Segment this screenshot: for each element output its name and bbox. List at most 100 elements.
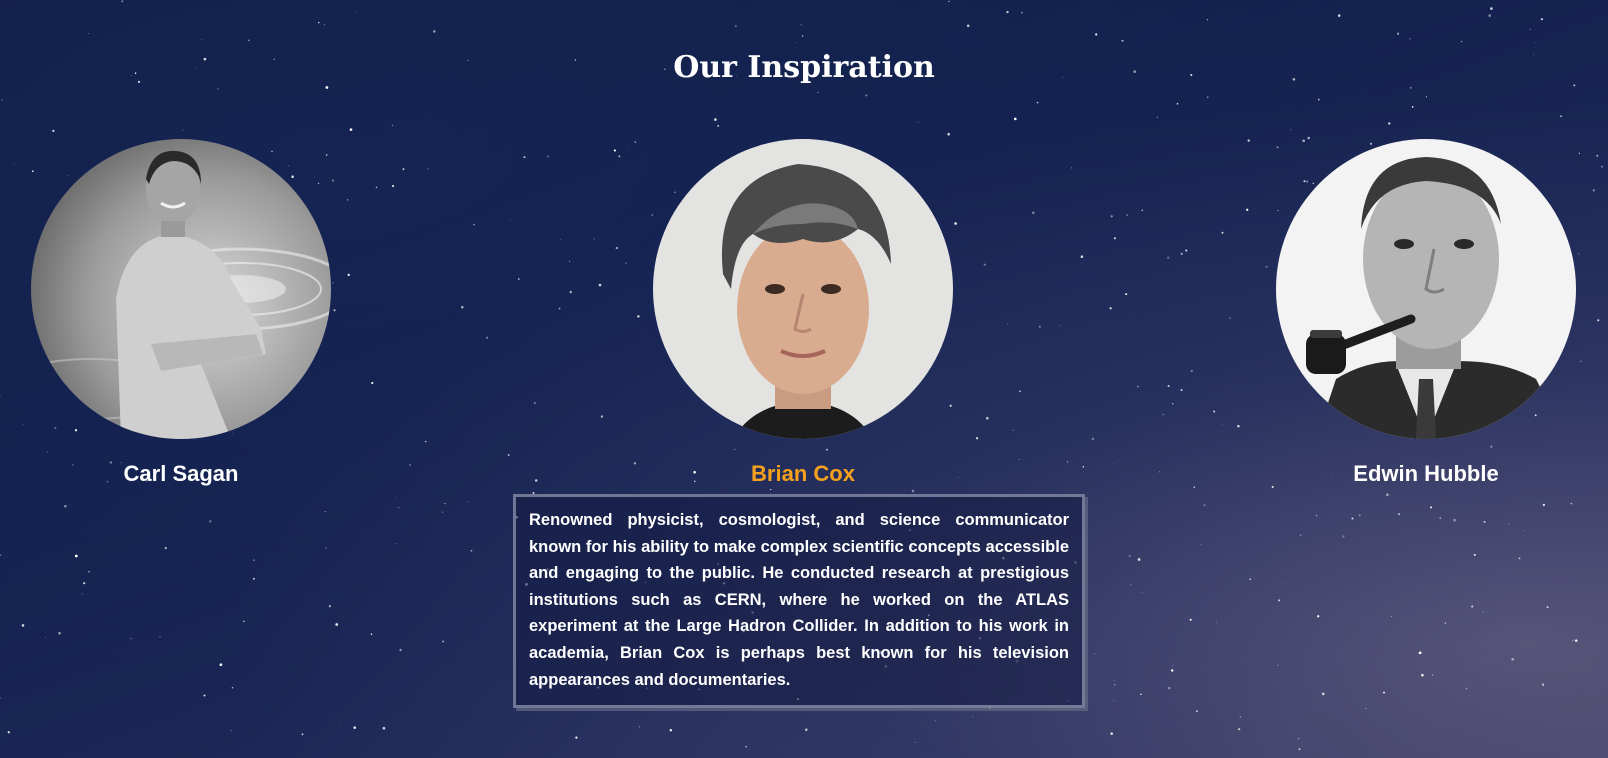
star <box>770 488 772 491</box>
person-name[interactable]: Edwin Hubble <box>1276 461 1576 487</box>
star <box>0 697 1 699</box>
star <box>1126 214 1128 216</box>
star <box>1162 413 1164 415</box>
star <box>1596 154 1599 157</box>
star <box>324 511 326 513</box>
star <box>1351 517 1354 520</box>
star <box>392 184 395 188</box>
star <box>1185 249 1188 252</box>
star <box>0 554 2 556</box>
star <box>209 520 212 523</box>
star <box>1080 255 1084 258</box>
star <box>1277 664 1279 666</box>
star <box>467 501 469 503</box>
star <box>1159 471 1161 473</box>
star <box>1110 732 1113 735</box>
person-card-brian-cox[interactable]: Brian Cox <box>653 139 953 487</box>
star <box>1351 505 1353 507</box>
star <box>1031 211 1035 215</box>
star <box>1592 189 1596 192</box>
star <box>1572 639 1574 641</box>
star <box>331 179 335 182</box>
star <box>1006 323 1008 325</box>
star <box>433 30 436 33</box>
star <box>1006 10 1009 14</box>
star <box>794 92 796 93</box>
star <box>1597 319 1600 322</box>
person-card-carl-sagan[interactable]: Carl Sagan <box>31 139 331 487</box>
star <box>1290 129 1292 131</box>
star <box>1409 38 1411 40</box>
star <box>486 336 489 339</box>
star <box>1482 611 1484 613</box>
star <box>1206 19 1209 21</box>
star <box>88 33 89 34</box>
star <box>21 624 25 627</box>
star <box>130 637 132 640</box>
star <box>598 283 602 287</box>
star <box>1298 748 1301 751</box>
star <box>1190 369 1193 372</box>
star <box>1271 485 1274 488</box>
star <box>1167 686 1171 690</box>
star <box>335 623 339 626</box>
star <box>1203 504 1206 507</box>
star <box>1113 237 1116 240</box>
star <box>1036 101 1039 104</box>
star <box>805 728 808 731</box>
star <box>441 511 444 514</box>
star <box>1130 584 1132 586</box>
star <box>409 464 411 466</box>
star <box>402 168 405 171</box>
star <box>817 92 819 94</box>
star <box>1249 578 1251 580</box>
star <box>217 87 219 90</box>
star <box>1317 615 1320 618</box>
star <box>1321 692 1325 696</box>
star <box>507 454 510 456</box>
star <box>1570 502 1573 505</box>
person-card-edwin-hubble[interactable]: Edwin Hubble <box>1276 139 1576 487</box>
star <box>1221 231 1224 234</box>
person-name[interactable]: Carl Sagan <box>31 461 331 487</box>
star <box>159 636 161 638</box>
star <box>317 21 320 24</box>
star <box>1128 555 1131 558</box>
star <box>1121 39 1124 42</box>
star <box>1229 317 1231 319</box>
person-name-active[interactable]: Brian Cox <box>653 461 953 487</box>
star <box>424 440 427 443</box>
star <box>1396 32 1400 35</box>
star <box>231 686 234 689</box>
star <box>634 141 637 144</box>
star <box>618 155 621 158</box>
star <box>164 546 167 550</box>
edwin-hubble-photo[interactable] <box>1276 139 1576 439</box>
brian-cox-photo[interactable] <box>653 139 953 439</box>
star <box>1453 518 1456 522</box>
star <box>1534 42 1536 44</box>
star <box>253 559 255 561</box>
star <box>346 199 349 201</box>
star <box>325 547 327 549</box>
star <box>1578 152 1580 154</box>
star <box>1170 669 1174 672</box>
star <box>1094 653 1096 655</box>
star <box>915 742 916 743</box>
star <box>395 543 398 545</box>
star <box>1542 503 1546 507</box>
star <box>461 306 464 309</box>
star <box>1071 167 1073 169</box>
star <box>64 504 67 508</box>
star <box>669 729 672 732</box>
star <box>1012 429 1014 431</box>
star <box>533 402 536 404</box>
star <box>398 507 400 509</box>
bio-card: Renowned physicist, cosmologist, and sci… <box>513 494 1085 708</box>
star <box>1087 151 1088 153</box>
star <box>575 736 578 739</box>
star <box>966 24 970 28</box>
star <box>714 118 717 121</box>
carl-sagan-photo[interactable] <box>31 139 331 439</box>
star <box>444 503 446 504</box>
